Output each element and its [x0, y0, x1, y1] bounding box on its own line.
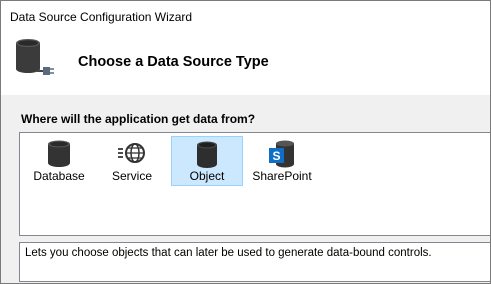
data-source-item-database[interactable]: Database	[23, 136, 95, 186]
sharepoint-icon: S	[269, 140, 294, 168]
service-globe-icon	[118, 143, 145, 163]
description-box: Lets you choose objects that can later b…	[19, 242, 490, 282]
data-source-item-sharepoint[interactable]: S SharePoint	[246, 136, 318, 186]
data-source-item-label: SharePoint	[252, 169, 312, 183]
window-title: Data Source Configuration Wizard	[10, 10, 193, 24]
data-source-item-label: Database	[33, 169, 85, 183]
data-source-item-label: Service	[111, 169, 152, 183]
wizard-header: Choose a Data Source Type	[1, 32, 490, 95]
page-title: Choose a Data Source Type	[78, 54, 269, 70]
data-source-type-list[interactable]: Database Service Object S SharePoint	[19, 132, 490, 236]
wizard-body: Where will the application get data from…	[1, 95, 490, 283]
svg-text:S: S	[272, 149, 280, 163]
wizard-window: Data Source Configuration Wizard Choose …	[0, 0, 491, 284]
data-source-item-service[interactable]: Service	[96, 136, 168, 186]
object-icon	[197, 141, 217, 168]
database-icon	[48, 140, 70, 167]
data-source-item-label: Object	[189, 169, 225, 183]
description-text: Lets you choose objects that can later b…	[25, 247, 432, 259]
data-source-question: Where will the application get data from…	[21, 112, 256, 126]
title-bar[interactable]: Data Source Configuration Wizard	[1, 1, 490, 32]
data-source-item-object[interactable]: Object	[171, 136, 243, 186]
database-plug-icon	[16, 39, 54, 75]
